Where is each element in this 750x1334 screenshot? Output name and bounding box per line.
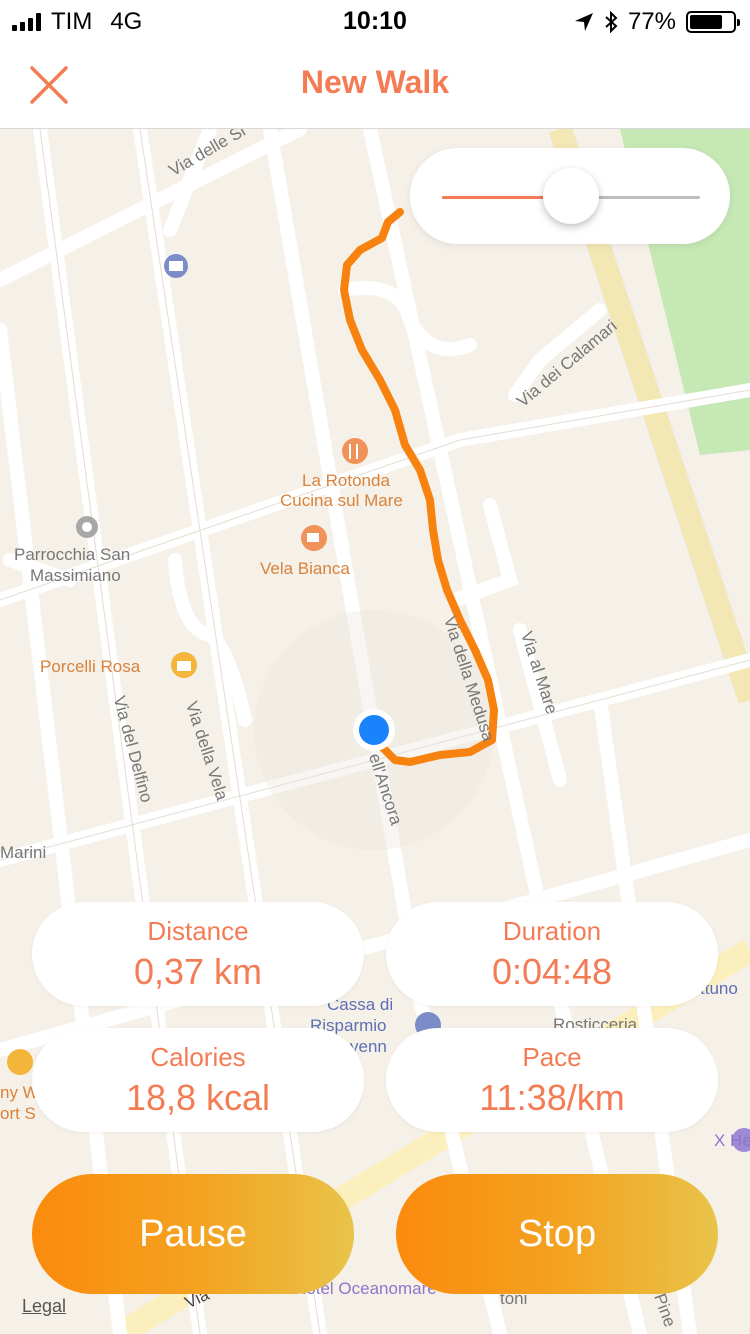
calories-card: Calories 18,8 kcal: [32, 1028, 364, 1132]
poi-label: X He: [714, 1131, 750, 1150]
distance-value: 0,37 km: [133, 951, 263, 992]
poi-label: Vela Bianca: [260, 559, 350, 578]
bluetooth-icon: [605, 11, 618, 33]
duration-label: Duration: [502, 916, 602, 946]
navigation-bar: New Walk: [0, 42, 750, 129]
distance-label: Distance: [147, 916, 249, 946]
battery-icon: [686, 11, 740, 33]
poi-label: Cucina sul Mare: [280, 491, 403, 510]
pace-card: Pace 11:38/km: [386, 1028, 718, 1132]
poi-label: Porcelli Rosa: [40, 657, 141, 676]
legal-link[interactable]: Legal: [22, 1296, 66, 1317]
duration-value: 0:04:48: [491, 951, 613, 992]
poi-label: Parrocchia San: [14, 545, 131, 564]
restaurant-poi-icon: [342, 438, 368, 464]
poi-label: Massimiano: [30, 566, 121, 585]
duration-card: Duration 0:04:48: [386, 902, 718, 1006]
distance-card: Distance 0,37 km: [32, 902, 364, 1006]
calories-label: Calories: [150, 1042, 246, 1072]
calories-value: 18,8 kcal: [125, 1077, 271, 1118]
zoom-slider-card: [410, 148, 730, 244]
stop-button[interactable]: Stop: [396, 1174, 718, 1294]
page-title: New Walk: [300, 64, 450, 100]
pace-value: 11:38/km: [479, 1077, 625, 1118]
shop-poi-icon-2: [7, 1049, 33, 1075]
poi-label: ort S: [0, 1104, 36, 1123]
pace-label: Pace: [522, 1042, 582, 1072]
poi-label: La Rotonda: [302, 471, 390, 490]
battery-percent: 77%: [627, 8, 676, 35]
pause-button[interactable]: Pause: [32, 1174, 354, 1294]
street-label: Marini: [0, 843, 47, 862]
map-streets: [0, 129, 750, 1334]
location-arrow-icon: [574, 13, 593, 31]
map-view[interactable]: Via delle Si Via dei Calamari La Rotonda…: [0, 129, 750, 1334]
slider-thumb[interactable]: [543, 168, 599, 224]
status-bar: TIM 4G 10:10 77%: [0, 0, 750, 42]
